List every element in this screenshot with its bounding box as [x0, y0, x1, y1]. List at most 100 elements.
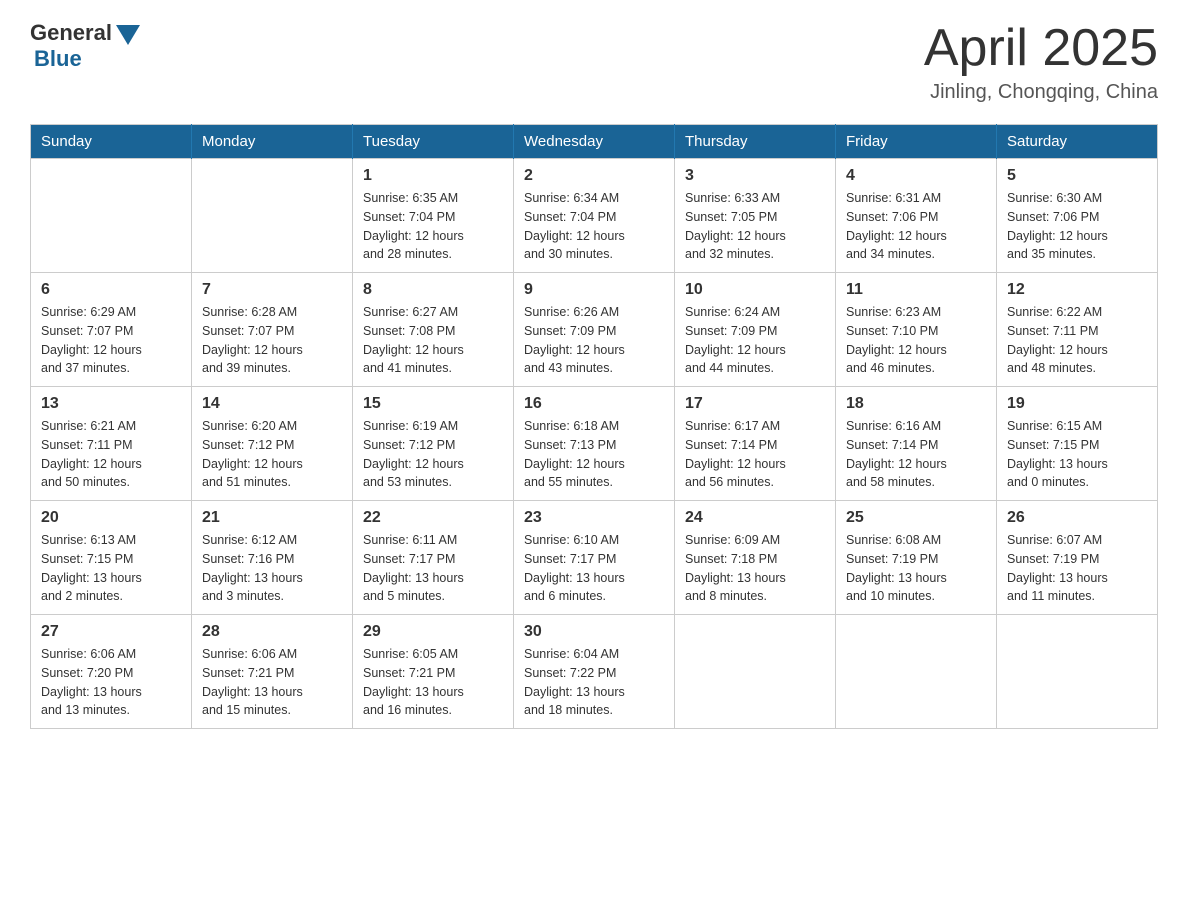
calendar-cell: 11 Sunrise: 6:23 AMSunset: 7:10 PMDayligh…: [836, 273, 997, 387]
calendar-cell: 14 Sunrise: 6:20 AMSunset: 7:12 PMDayligh…: [192, 387, 353, 501]
calendar-cell: 13Sunrise: 6:21 AMSunset: 7:11 PMDayligh…: [31, 387, 192, 501]
day-number: 23: [524, 509, 664, 527]
calendar-cell: 12 Sunrise: 6:22 AMSunset: 7:11 PMDayligh…: [997, 273, 1158, 387]
day-number: 2: [524, 167, 664, 185]
day-number: 25: [846, 509, 986, 527]
calendar-table: SundayMondayTuesdayWednesdayThursdayFrid…: [30, 124, 1158, 729]
day-number: 17: [685, 395, 825, 413]
calendar-week-row: 27Sunrise: 6:06 AMSunset: 7:20 PMDayligh…: [31, 615, 1158, 729]
calendar-header: SundayMondayTuesdayWednesdayThursdayFrid…: [31, 125, 1158, 159]
calendar-week-row: 6 Sunrise: 6:29 AMSunset: 7:07 PMDaylight…: [31, 273, 1158, 387]
calendar-cell: 5 Sunrise: 6:30 AMSunset: 7:06 PMDaylight…: [997, 159, 1158, 273]
day-info: Sunrise: 6:26 AMSunset: 7:09 PMDaylight:…: [524, 303, 664, 378]
logo-blue-text: Blue: [34, 46, 82, 72]
day-info: Sunrise: 6:08 AMSunset: 7:19 PMDaylight:…: [846, 531, 986, 606]
calendar-cell: 25 Sunrise: 6:08 AMSunset: 7:19 PMDayligh…: [836, 501, 997, 615]
day-number: 30: [524, 623, 664, 641]
day-info: Sunrise: 6:20 AMSunset: 7:12 PMDaylight:…: [202, 417, 342, 492]
day-number: 18: [846, 395, 986, 413]
logo: General Blue: [30, 20, 140, 72]
calendar-cell: 26 Sunrise: 6:07 AMSunset: 7:19 PMDayligh…: [997, 501, 1158, 615]
day-info: Sunrise: 6:24 AMSunset: 7:09 PMDaylight:…: [685, 303, 825, 378]
day-info: Sunrise: 6:33 AMSunset: 7:05 PMDaylight:…: [685, 189, 825, 264]
calendar-cell: [192, 159, 353, 273]
calendar-cell: 23Sunrise: 6:10 AMSunset: 7:17 PMDayligh…: [514, 501, 675, 615]
day-number: 5: [1007, 167, 1147, 185]
calendar-cell: 16Sunrise: 6:18 AMSunset: 7:13 PMDayligh…: [514, 387, 675, 501]
logo-triangle-icon: [116, 25, 140, 45]
day-number: 20: [41, 509, 181, 527]
day-info: Sunrise: 6:13 AMSunset: 7:15 PMDaylight:…: [41, 531, 181, 606]
calendar-week-row: 1Sunrise: 6:35 AMSunset: 7:04 PMDaylight…: [31, 159, 1158, 273]
calendar-cell: 9Sunrise: 6:26 AMSunset: 7:09 PMDaylight…: [514, 273, 675, 387]
day-info: Sunrise: 6:18 AMSunset: 7:13 PMDaylight:…: [524, 417, 664, 492]
day-number: 11: [846, 281, 986, 299]
calendar-cell: 29Sunrise: 6:05 AMSunset: 7:21 PMDayligh…: [353, 615, 514, 729]
calendar-cell: 2 Sunrise: 6:34 AMSunset: 7:04 PMDaylight…: [514, 159, 675, 273]
day-info: Sunrise: 6:21 AMSunset: 7:11 PMDaylight:…: [41, 417, 181, 492]
calendar-cell: [836, 615, 997, 729]
day-info: Sunrise: 6:28 AMSunset: 7:07 PMDaylight:…: [202, 303, 342, 378]
calendar-cell: 4 Sunrise: 6:31 AMSunset: 7:06 PMDaylight…: [836, 159, 997, 273]
calendar-week-row: 20 Sunrise: 6:13 AMSunset: 7:15 PMDayligh…: [31, 501, 1158, 615]
day-info: Sunrise: 6:29 AMSunset: 7:07 PMDaylight:…: [41, 303, 181, 378]
day-info: Sunrise: 6:11 AMSunset: 7:17 PMDaylight:…: [363, 531, 503, 606]
day-info: Sunrise: 6:30 AMSunset: 7:06 PMDaylight:…: [1007, 189, 1147, 264]
day-of-week-header: Monday: [192, 125, 353, 159]
calendar-cell: [675, 615, 836, 729]
day-number: 27: [41, 623, 181, 641]
calendar-cell: 10Sunrise: 6:24 AMSunset: 7:09 PMDayligh…: [675, 273, 836, 387]
day-info: Sunrise: 6:27 AMSunset: 7:08 PMDaylight:…: [363, 303, 503, 378]
page-header: General Blue April 2025 Jinling, Chongqi…: [30, 20, 1158, 104]
calendar-cell: 7 Sunrise: 6:28 AMSunset: 7:07 PMDaylight…: [192, 273, 353, 387]
day-info: Sunrise: 6:23 AMSunset: 7:10 PMDaylight:…: [846, 303, 986, 378]
day-info: Sunrise: 6:16 AMSunset: 7:14 PMDaylight:…: [846, 417, 986, 492]
day-number: 15: [363, 395, 503, 413]
day-info: Sunrise: 6:34 AMSunset: 7:04 PMDaylight:…: [524, 189, 664, 264]
calendar-cell: 21Sunrise: 6:12 AMSunset: 7:16 PMDayligh…: [192, 501, 353, 615]
calendar-week-row: 13Sunrise: 6:21 AMSunset: 7:11 PMDayligh…: [31, 387, 1158, 501]
day-info: Sunrise: 6:07 AMSunset: 7:19 PMDaylight:…: [1007, 531, 1147, 606]
day-number: 7: [202, 281, 342, 299]
day-number: 22: [363, 509, 503, 527]
day-of-week-header: Thursday: [675, 125, 836, 159]
day-number: 26: [1007, 509, 1147, 527]
calendar-cell: 28Sunrise: 6:06 AMSunset: 7:21 PMDayligh…: [192, 615, 353, 729]
day-info: Sunrise: 6:06 AMSunset: 7:21 PMDaylight:…: [202, 645, 342, 720]
day-of-week-header: Wednesday: [514, 125, 675, 159]
calendar-cell: 27Sunrise: 6:06 AMSunset: 7:20 PMDayligh…: [31, 615, 192, 729]
day-number: 19: [1007, 395, 1147, 413]
logo-general-text: General: [30, 20, 112, 46]
day-info: Sunrise: 6:22 AMSunset: 7:11 PMDaylight:…: [1007, 303, 1147, 378]
calendar-cell: 18 Sunrise: 6:16 AMSunset: 7:14 PMDayligh…: [836, 387, 997, 501]
day-info: Sunrise: 6:15 AMSunset: 7:15 PMDaylight:…: [1007, 417, 1147, 492]
calendar-cell: 22 Sunrise: 6:11 AMSunset: 7:17 PMDayligh…: [353, 501, 514, 615]
day-info: Sunrise: 6:17 AMSunset: 7:14 PMDaylight:…: [685, 417, 825, 492]
calendar-cell: 3 Sunrise: 6:33 AMSunset: 7:05 PMDaylight…: [675, 159, 836, 273]
day-number: 24: [685, 509, 825, 527]
calendar-cell: 15Sunrise: 6:19 AMSunset: 7:12 PMDayligh…: [353, 387, 514, 501]
calendar-cell: 8 Sunrise: 6:27 AMSunset: 7:08 PMDaylight…: [353, 273, 514, 387]
day-number: 12: [1007, 281, 1147, 299]
day-number: 8: [363, 281, 503, 299]
calendar-cell: 30 Sunrise: 6:04 AMSunset: 7:22 PMDayligh…: [514, 615, 675, 729]
day-of-week-header: Friday: [836, 125, 997, 159]
day-number: 3: [685, 167, 825, 185]
day-number: 21: [202, 509, 342, 527]
calendar-body: 1Sunrise: 6:35 AMSunset: 7:04 PMDaylight…: [31, 159, 1158, 729]
day-number: 6: [41, 281, 181, 299]
day-info: Sunrise: 6:31 AMSunset: 7:06 PMDaylight:…: [846, 189, 986, 264]
day-info: Sunrise: 6:09 AMSunset: 7:18 PMDaylight:…: [685, 531, 825, 606]
calendar-cell: 6 Sunrise: 6:29 AMSunset: 7:07 PMDaylight…: [31, 273, 192, 387]
calendar-cell: [31, 159, 192, 273]
calendar-cell: [997, 615, 1158, 729]
calendar-cell: 17 Sunrise: 6:17 AMSunset: 7:14 PMDayligh…: [675, 387, 836, 501]
location-text: Jinling, Chongqing, China: [924, 81, 1158, 104]
day-number: 4: [846, 167, 986, 185]
day-number: 14: [202, 395, 342, 413]
day-info: Sunrise: 6:04 AMSunset: 7:22 PMDaylight:…: [524, 645, 664, 720]
header-row: SundayMondayTuesdayWednesdayThursdayFrid…: [31, 125, 1158, 159]
day-info: Sunrise: 6:05 AMSunset: 7:21 PMDaylight:…: [363, 645, 503, 720]
day-of-week-header: Saturday: [997, 125, 1158, 159]
month-title: April 2025: [924, 20, 1158, 77]
